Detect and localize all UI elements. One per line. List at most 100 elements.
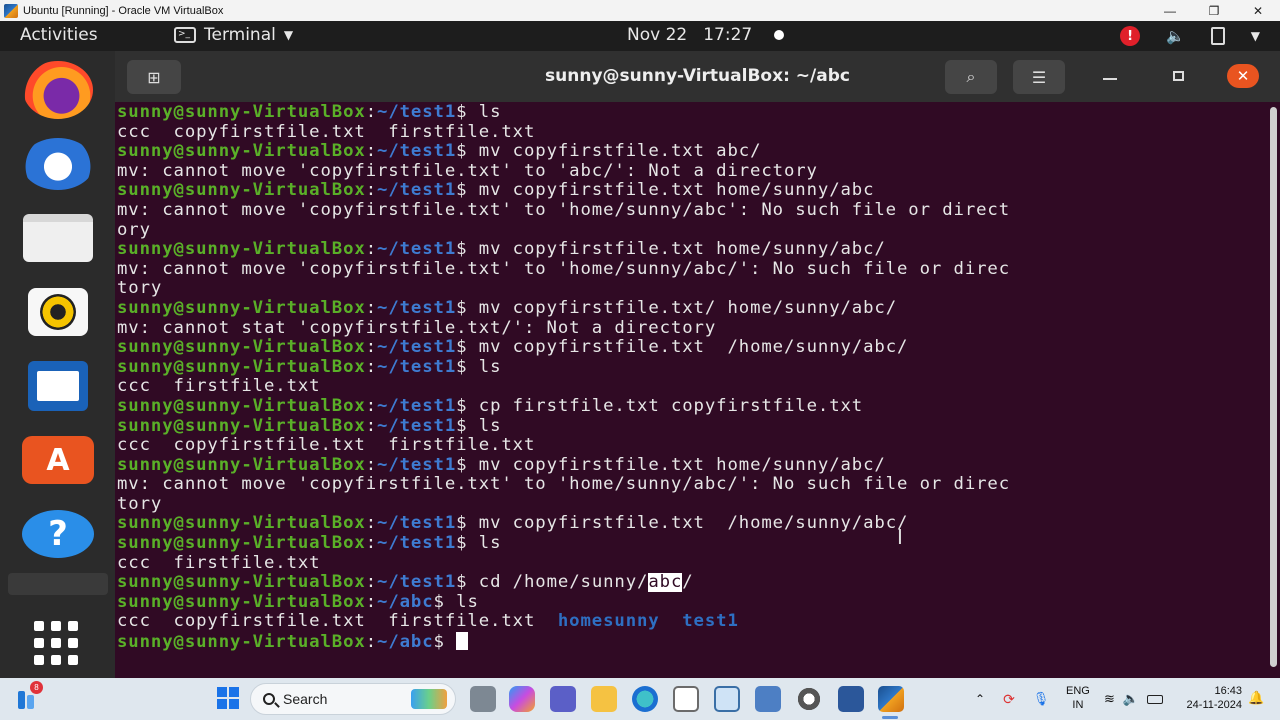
file-explorer-icon[interactable] (591, 686, 617, 712)
show-apps-icon[interactable] (34, 621, 82, 665)
edge-icon[interactable] (632, 686, 658, 712)
notification-bell-icon[interactable]: 🔔 (1248, 690, 1264, 706)
teams-icon[interactable] (550, 686, 576, 712)
command-text: ls (467, 534, 502, 554)
chevron-up-icon[interactable]: ⌃ (975, 692, 985, 706)
taskbar-tray[interactable]: ⌃ ⟳ 🎙 (975, 678, 1049, 720)
terminal-cursor (456, 632, 469, 651)
command-text: ls (467, 357, 502, 377)
virtualbox-taskbar-icon[interactable] (878, 686, 904, 712)
task-view-icon[interactable] (470, 686, 496, 712)
selected-text: abc (648, 573, 683, 593)
language-indicator[interactable]: ENG IN (1066, 684, 1090, 712)
menu-button[interactable]: ☰ (1013, 60, 1065, 94)
directory-entry: homesunny (557, 612, 660, 632)
dock-files[interactable] (22, 209, 94, 267)
quick-settings[interactable]: ≋ 🔈 (1104, 678, 1164, 720)
clock-button[interactable]: Nov 22 17:27 (627, 25, 785, 45)
output-text: ccc copyfirstfile.txt firstfile.txt (117, 436, 536, 456)
terminal-line: sunny@sunny-VirtualBox:~/test1$ ls (117, 358, 1267, 378)
prompt-path: ~/test1 (377, 240, 457, 260)
snipping-tool-icon[interactable] (673, 686, 699, 712)
prompt-path: ~/test1 (377, 357, 457, 377)
terminal-maximize-button[interactable] (1173, 71, 1184, 81)
taskbar-time: 16:43 (1214, 685, 1242, 697)
terminal-window: ⊞ sunny@sunny-VirtualBox: ~/abc ⌕ ☰ ✕ su… (115, 51, 1280, 678)
app-menu[interactable]: >_ Terminal ▼ (174, 25, 293, 45)
dock-app-center[interactable]: A (22, 431, 94, 489)
virtualbox-icon (4, 3, 18, 18)
command-text: mv copyfirstfile.txt home/sunny/abc/ (467, 240, 886, 260)
dock-firefox[interactable] (22, 61, 94, 119)
start-button[interactable] (217, 687, 239, 709)
vbox-titlebar: Ubuntu [Running] - Oracle VM VirtualBox … (0, 0, 1280, 21)
command-text: ls (467, 103, 502, 122)
terminal-line: tory (117, 279, 1267, 299)
prompt-user-host: sunny@sunny-VirtualBox (117, 142, 366, 162)
prompt-colon: : (365, 396, 378, 416)
prompt-dollar: $ (456, 240, 468, 260)
word-icon[interactable] (838, 686, 864, 712)
3d-viewer-icon[interactable] (714, 686, 740, 712)
prompt-dollar: $ (456, 103, 468, 122)
prompt-user-host: sunny@sunny-VirtualBox (117, 632, 366, 652)
prompt-user-host: sunny@sunny-VirtualBox (117, 103, 366, 122)
output-text: ccc firstfile.txt (117, 377, 321, 397)
maximize-button[interactable]: ❐ (1192, 0, 1236, 21)
vbox-window-controls: — ❐ ✕ (1148, 0, 1280, 21)
network-app-icon[interactable] (755, 686, 781, 712)
active-app-indicator (882, 716, 898, 719)
command-text: ls (467, 416, 502, 436)
close-button[interactable]: ✕ (1236, 0, 1280, 21)
hamburger-menu-icon: ☰ (1031, 67, 1047, 87)
command-text: mv copyfirstfile.txt/ home/sunny/abc/ (467, 298, 898, 318)
prompt-path: ~/test1 (377, 103, 457, 122)
search-highlight-icon (411, 689, 447, 709)
terminal-line: sunny@sunny-VirtualBox:~/test1$ cd /home… (117, 573, 1267, 593)
prompt-user-host: sunny@sunny-VirtualBox (117, 573, 366, 593)
prompt-dollar: $ (456, 338, 468, 358)
command-text (445, 632, 456, 652)
terminal-line: sunny@sunny-VirtualBox:~/test1$ mv copyf… (117, 456, 1267, 476)
writer-icon (28, 361, 88, 411)
activities-button[interactable]: Activities (20, 25, 98, 45)
dock-help[interactable]: ? (22, 505, 94, 563)
terminal-line: mv: cannot stat 'copyfirstfile.txt/': No… (117, 319, 1267, 339)
dock-writer[interactable] (22, 357, 94, 415)
clock-time: 17:27 (703, 25, 753, 45)
minimize-button[interactable]: — (1148, 0, 1192, 21)
ubuntu-dock: A ? (0, 51, 115, 678)
prompt-path: ~/test1 (377, 534, 457, 554)
output-text: mv: cannot move 'copyfirstfile.txt' to '… (117, 259, 1011, 279)
copilot-icon[interactable] (509, 686, 535, 712)
dock-rhythmbox[interactable] (22, 283, 94, 341)
terminal-scrollbar[interactable] (1270, 107, 1277, 667)
system-menu-chevron-icon[interactable]: ▼ (1251, 29, 1260, 43)
microphone-icon: 🎙 (1032, 691, 1050, 706)
alert-icon[interactable]: ! (1120, 26, 1141, 46)
terminal-output[interactable]: sunny@sunny-VirtualBox:~/test1$ ls ccc co… (117, 103, 1267, 673)
app-menu-label: Terminal (204, 25, 276, 45)
command-text: mv copyfirstfile.txt home/sunny/abc (467, 181, 875, 201)
vbox-window-title: Ubuntu [Running] - Oracle VM VirtualBox (23, 4, 224, 17)
battery-icon (1147, 694, 1164, 704)
prompt-path: ~/test1 (377, 514, 457, 534)
search-button[interactable]: ⌕ (945, 60, 997, 94)
taskbar-search[interactable]: Search (250, 683, 456, 715)
output-text: ccc copyfirstfile.txt firstfile.txt (117, 612, 558, 632)
prompt-path: ~/abc (377, 632, 434, 652)
taskbar-clock[interactable]: 16:43 24-11-2024 (1180, 684, 1242, 712)
terminal-line: sunny@sunny-VirtualBox:~/test1$ mv copyf… (117, 514, 1267, 534)
chrome-app-icon[interactable] (796, 686, 822, 712)
system-tray[interactable]: ! 🔈 ▼ (1120, 26, 1260, 46)
dock-thunderbird[interactable] (22, 135, 94, 193)
lang-line1: ENG (1066, 685, 1090, 697)
output-text: ccc copyfirstfile.txt firstfile.txt (117, 122, 536, 142)
notification-dot-icon (774, 30, 785, 40)
terminal-minimize-button[interactable] (1103, 78, 1117, 80)
prompt-colon: : (365, 298, 378, 318)
terminal-close-button[interactable]: ✕ (1227, 64, 1259, 88)
terminal-title: sunny@sunny-VirtualBox: ~/abc (545, 66, 850, 86)
command-text: mv copyfirstfile.txt abc/ (467, 142, 762, 162)
output-text: mv: cannot move 'copyfirstfile.txt' to '… (117, 475, 1011, 495)
